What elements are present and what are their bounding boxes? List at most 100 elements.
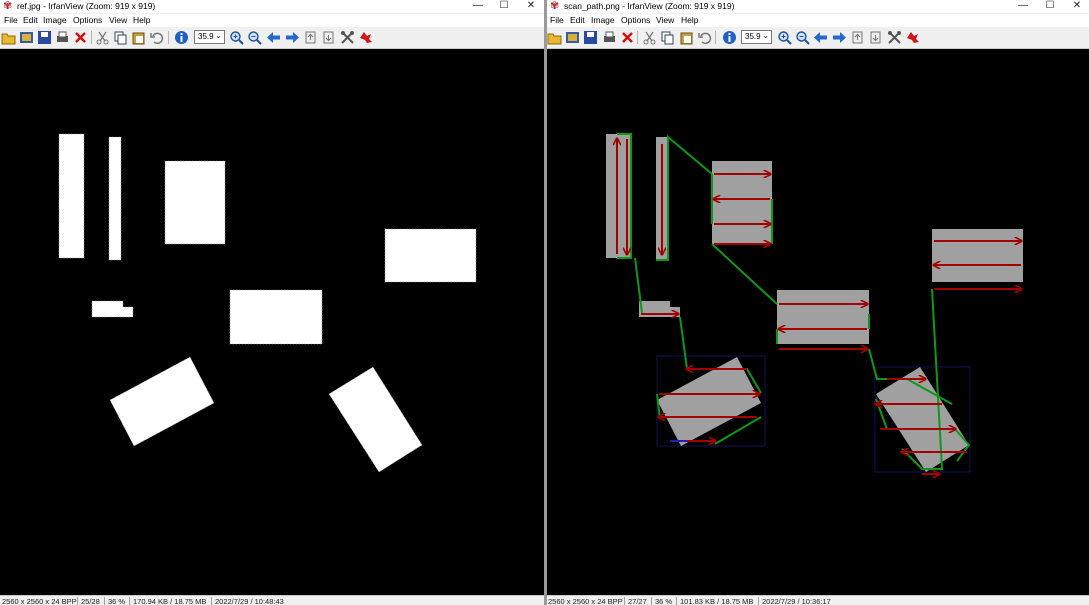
last-page-icon[interactable] [868, 30, 883, 45]
maximize-button[interactable]: ☐ [1038, 0, 1062, 13]
chevron-down-icon[interactable]: ⌄ [762, 31, 769, 40]
menu-file[interactable]: File [550, 15, 564, 25]
toolbar: 35.9 ⌄ [0, 27, 544, 49]
next-icon[interactable] [285, 30, 300, 45]
scan-rect [932, 229, 1023, 282]
status-dimensions: 2560 x 2560 x 24 BPP [2, 597, 77, 605]
close-button[interactable]: ✕ [519, 0, 543, 13]
menu-options[interactable]: Options [73, 15, 102, 25]
status-datetime: 2022/7/29 / 10:36:17 [762, 597, 831, 605]
print-icon[interactable] [602, 30, 617, 45]
zoom-in-icon[interactable] [777, 30, 792, 45]
white-small-shape [91, 300, 134, 318]
status-zoom: 36 % [108, 597, 126, 605]
cut-icon[interactable] [95, 30, 110, 45]
image-canvas[interactable] [0, 49, 544, 595]
white-rect [229, 289, 323, 345]
white-rect [108, 136, 122, 261]
status-zoom: 36 % [655, 597, 673, 605]
status-index: 27/27 [628, 597, 647, 605]
save-icon[interactable] [583, 30, 598, 45]
status-dimensions: 2560 x 2560 x 24 BPP [548, 597, 623, 605]
previous-icon[interactable] [266, 30, 281, 45]
copy-icon[interactable] [113, 30, 128, 45]
zoom-combo[interactable]: 35.9 ⌄ [741, 30, 772, 44]
menu-options[interactable]: Options [621, 15, 650, 25]
white-rect [384, 228, 477, 283]
zoom-in-icon[interactable] [229, 30, 244, 45]
print-icon[interactable] [55, 30, 70, 45]
last-page-icon[interactable] [321, 30, 336, 45]
settings-icon[interactable] [340, 30, 355, 45]
info-icon[interactable] [174, 30, 189, 45]
menu-image[interactable]: Image [43, 15, 67, 25]
zoom-combo[interactable]: 35.9 ⌄ [194, 30, 225, 44]
white-rotated-rect [109, 356, 215, 447]
copy-icon[interactable] [660, 30, 675, 45]
scan-rotated-rect [657, 357, 761, 446]
minimize-button[interactable]: — [1011, 0, 1035, 13]
menu-file[interactable]: File [4, 15, 18, 25]
settings-icon[interactable] [887, 30, 902, 45]
green-path [711, 243, 778, 305]
cut-icon[interactable] [642, 30, 657, 45]
scan-path-image [606, 133, 1023, 595]
menu-bar: File Edit Image Options View Help [547, 14, 1089, 27]
white-rotated-rect [328, 366, 423, 473]
save-icon[interactable] [37, 30, 52, 45]
status-datetime: 2022/7/29 / 10:48:43 [215, 597, 284, 605]
green-path [634, 257, 643, 314]
scan-rect [777, 290, 869, 344]
title-bar[interactable]: ✾ scan_path.png - IrfanView (Zoom: 919 x… [547, 0, 1089, 13]
white-rect [164, 160, 226, 245]
undo-icon[interactable] [149, 30, 164, 45]
paste-icon[interactable] [679, 30, 694, 45]
status-filesize: 170.94 KB / 18.75 MB [133, 597, 207, 605]
chevron-down-icon[interactable]: ⌄ [215, 31, 222, 40]
irfanview-window-right: ✾ scan_path.png - IrfanView (Zoom: 919 x… [547, 0, 1089, 605]
slideshow-icon[interactable] [19, 30, 34, 45]
menu-view[interactable]: View [656, 15, 674, 25]
undo-icon[interactable] [697, 30, 712, 45]
scan-rotated-rect [876, 367, 969, 472]
window-title: ref.jpg - IrfanView (Zoom: 919 x 919) [17, 1, 156, 11]
menu-help[interactable]: Help [681, 15, 698, 25]
menu-help[interactable]: Help [133, 15, 150, 25]
ref-image [58, 133, 477, 473]
slideshow-icon[interactable] [565, 30, 580, 45]
image-canvas[interactable] [547, 49, 1089, 595]
status-index: 25/28 [81, 597, 100, 605]
irfanview-app-icon[interactable]: ✾ [550, 1, 560, 12]
first-page-icon[interactable] [303, 30, 318, 45]
irfanview-app-icon[interactable]: ✾ [3, 1, 13, 12]
zoom-out-icon[interactable] [795, 30, 810, 45]
open-folder-icon[interactable] [547, 30, 562, 45]
menu-bar: File Edit Image Options View Help [0, 14, 544, 27]
window-title: scan_path.png - IrfanView (Zoom: 919 x 9… [564, 1, 735, 11]
paste-icon[interactable] [131, 30, 146, 45]
title-bar[interactable]: ✾ ref.jpg - IrfanView (Zoom: 919 x 919) … [0, 0, 544, 13]
menu-edit[interactable]: Edit [570, 15, 585, 25]
toolbar: 35.9 ⌄ [547, 27, 1089, 49]
open-folder-icon[interactable] [1, 30, 16, 45]
irfanview-window-left: ✾ ref.jpg - IrfanView (Zoom: 919 x 919) … [0, 0, 544, 605]
delete-icon[interactable] [73, 30, 88, 45]
menu-view[interactable]: View [109, 15, 127, 25]
zoom-value: 35.9 [198, 32, 214, 41]
next-icon[interactable] [832, 30, 847, 45]
menu-edit[interactable]: Edit [23, 15, 38, 25]
previous-icon[interactable] [813, 30, 828, 45]
exit-icon[interactable] [358, 30, 373, 45]
close-button[interactable]: ✕ [1065, 0, 1089, 13]
minimize-button[interactable]: — [466, 0, 490, 13]
delete-icon[interactable] [620, 30, 635, 45]
first-page-icon[interactable] [850, 30, 865, 45]
menu-image[interactable]: Image [591, 15, 615, 25]
exit-icon[interactable] [905, 30, 920, 45]
status-bar: 2560 x 2560 x 24 BPP 27/27 36 % 101.83 K… [547, 595, 1089, 605]
status-filesize: 101.83 KB / 18.75 MB [680, 597, 754, 605]
zoom-out-icon[interactable] [247, 30, 262, 45]
info-icon[interactable] [722, 30, 737, 45]
zoom-value: 35.9 [745, 32, 761, 41]
maximize-button[interactable]: ☐ [492, 0, 516, 13]
